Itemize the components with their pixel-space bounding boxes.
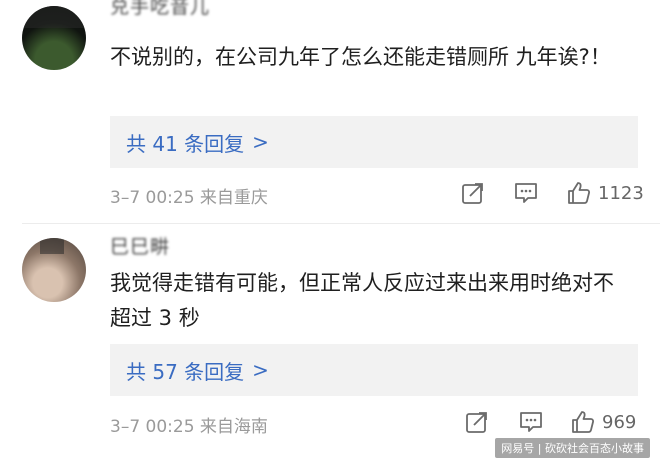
chevron-right-icon: > [252,358,269,382]
comment-item-2: 巳巳畊 我觉得走错有可能，但正常人反应过来出来用时绝对不超过 3 秒 共 57 … [0,0,660,437]
watermark: 网易号 | 砍砍社会百态小故事 [495,438,650,458]
share-button[interactable] [464,409,490,435]
like-button[interactable]: 969 [570,409,636,435]
comment-button[interactable] [518,409,544,435]
username[interactable]: 巳巳畊 [110,232,170,259]
like-count: 969 [602,411,637,433]
share-icon [466,412,487,433]
comment-text: 我觉得走错有可能，但正常人反应过来出来用时绝对不超过 3 秒 [110,271,614,330]
replies-count-label: 共 57 条回复 [126,359,245,384]
like-icon [572,411,595,433]
avatar[interactable] [22,238,86,302]
view-replies-button[interactable]: 共 57 条回复 > [110,344,638,396]
comment-meta: 3–7 00:25 来自海南 [110,417,268,437]
comment-icon [520,412,542,432]
